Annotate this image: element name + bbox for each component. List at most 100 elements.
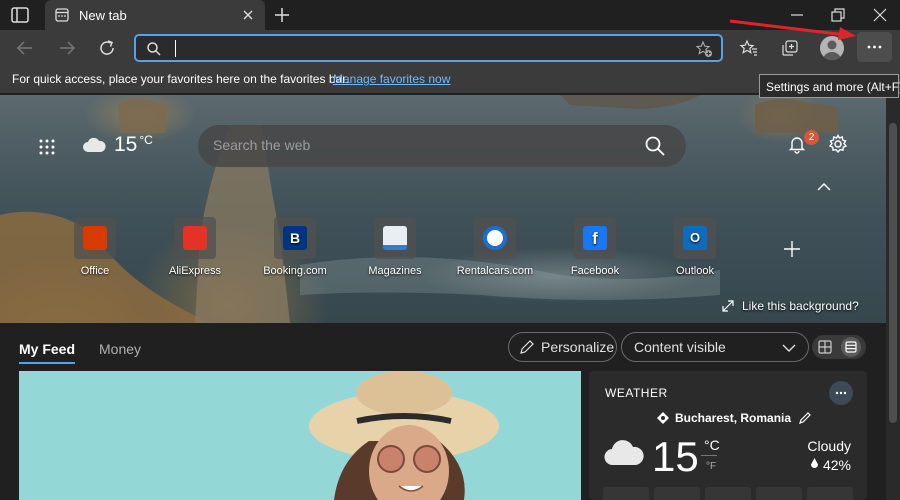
tile-label: AliExpress (169, 265, 221, 277)
tab-money[interactable]: Money (99, 341, 141, 357)
edit-pencil-icon[interactable] (798, 411, 812, 425)
weather-mini[interactable]: 15 °C (82, 133, 153, 157)
collections-icon[interactable] (780, 38, 800, 58)
refresh-icon[interactable] (97, 38, 117, 58)
tab-new-tab[interactable]: New tab (45, 0, 265, 30)
manage-favorites-link[interactable]: Manage favorites now (333, 72, 450, 86)
weather-mini-temp: 15 (114, 133, 138, 156)
new-tab-plus-icon[interactable] (273, 6, 291, 24)
cloud-icon (83, 137, 106, 152)
back-arrow-icon[interactable] (15, 38, 35, 58)
quick-link-facebook[interactable]: f Facebook (555, 217, 635, 277)
unit-divider (701, 455, 717, 456)
tile-logo: O (683, 226, 707, 250)
web-search-box[interactable]: Search the web (198, 125, 686, 167)
search-icon (147, 42, 161, 56)
feed-toolbar: My Feed Money Personalize Content visibl… (0, 323, 886, 370)
tile-label: Rentalcars.com (456, 265, 534, 277)
quick-link-outlook[interactable]: O Outlook (655, 217, 735, 277)
location-name: Bucharest, Romania (675, 411, 792, 425)
featured-article-card[interactable] (19, 371, 581, 500)
forecast-strip (603, 487, 853, 500)
personalize-button[interactable]: Personalize (508, 332, 617, 362)
tab-actions-icon[interactable] (10, 6, 30, 24)
chevron-down-icon (782, 344, 796, 352)
humidity-value: 42% (822, 457, 851, 473)
web-search-placeholder: Search the web (213, 137, 311, 153)
tile-logo (383, 226, 407, 250)
notification-badge: 2 (804, 130, 819, 145)
chevron-up-icon[interactable] (816, 180, 832, 194)
quick-link-magazines[interactable]: Magazines (355, 217, 435, 277)
tile-logo (483, 226, 507, 250)
tile-label: Outlook (676, 265, 714, 277)
new-tab-hero: 15 °C Search the web 2 Office AliExpress… (0, 95, 886, 323)
office-icon (74, 217, 116, 259)
weather-more-button[interactable] (829, 381, 853, 405)
weather-card-title: WEATHER (605, 386, 668, 400)
tab-title: New tab (79, 7, 127, 23)
scrollbar-thumb[interactable] (889, 123, 897, 423)
content-visibility-dropdown[interactable]: Content visible (621, 332, 809, 362)
facebook-icon: f (574, 217, 616, 259)
quick-link-rentalcars[interactable]: Rentalcars.com (455, 217, 535, 277)
add-quick-link-icon[interactable] (783, 240, 801, 258)
quick-link-office[interactable]: Office (55, 217, 135, 277)
location-icon (657, 412, 669, 424)
tab-my-feed[interactable]: My Feed (19, 341, 76, 364)
quick-link-booking[interactable]: B Booking.com (255, 217, 335, 277)
layout-view-toggle[interactable] (812, 335, 866, 359)
tile-label: Facebook (570, 265, 620, 277)
celsius-unit[interactable]: °C (704, 437, 720, 453)
forecast-slot[interactable] (654, 487, 700, 500)
list-view-button[interactable] (841, 337, 861, 357)
close-window-icon[interactable] (871, 6, 889, 24)
app-launcher-icon[interactable] (38, 138, 56, 156)
text-cursor (175, 40, 176, 57)
favorites-bar-hint: For quick access, place your favorites h… (12, 72, 349, 86)
address-bar[interactable] (134, 34, 723, 62)
quick-link-aliexpress[interactable]: AliExpress (155, 217, 235, 277)
aliexpress-icon (174, 217, 216, 259)
tile-label: Office (80, 265, 110, 277)
weather-humidity: 42% (810, 457, 851, 473)
pencil-icon (520, 340, 534, 354)
more-dots-icon (867, 45, 882, 49)
tile-label: Booking.com (263, 265, 327, 277)
settings-and-more-button[interactable] (857, 32, 892, 62)
list-view-icon (845, 341, 857, 353)
tile-logo: f (583, 226, 607, 250)
weather-mini-unit: °C (139, 133, 153, 147)
weather-location[interactable]: Bucharest, Romania (657, 411, 812, 425)
weather-card[interactable]: WEATHER Bucharest, Romania 15 °C °F Clou… (589, 371, 867, 500)
cloud-icon (604, 440, 644, 466)
woman-with-hat-image (19, 371, 581, 500)
favorites-icon[interactable] (739, 38, 759, 58)
forward-arrow-icon[interactable] (57, 38, 77, 58)
close-tab-icon[interactable] (241, 8, 255, 22)
forecast-slot[interactable] (756, 487, 802, 500)
add-favorite-icon[interactable] (695, 40, 713, 58)
tile-logo (83, 226, 107, 250)
more-dots-icon (835, 391, 847, 395)
tile-logo (183, 226, 207, 250)
booking-icon: B (274, 217, 316, 259)
gear-icon[interactable] (828, 134, 848, 154)
forecast-slot[interactable] (603, 487, 649, 500)
annotation-arrow (729, 19, 856, 40)
grid-view-icon[interactable] (817, 339, 833, 355)
search-icon[interactable] (644, 135, 666, 157)
like-background-text: Like this background? (742, 299, 859, 313)
page-scrollbar[interactable] (886, 95, 900, 500)
forecast-slot[interactable] (705, 487, 751, 500)
fahrenheit-unit[interactable]: °F (706, 461, 716, 472)
content-visibility-value: Content visible (634, 339, 726, 355)
tile-logo: B (283, 226, 307, 250)
personalize-label: Personalize (541, 339, 615, 355)
forecast-slot[interactable] (807, 487, 853, 500)
new-tab-icon (55, 8, 69, 22)
magazines-icon (374, 217, 416, 259)
like-background-link[interactable]: Like this background? (722, 299, 859, 313)
weather-condition: Cloudy (807, 438, 851, 454)
droplet-icon (811, 458, 819, 468)
